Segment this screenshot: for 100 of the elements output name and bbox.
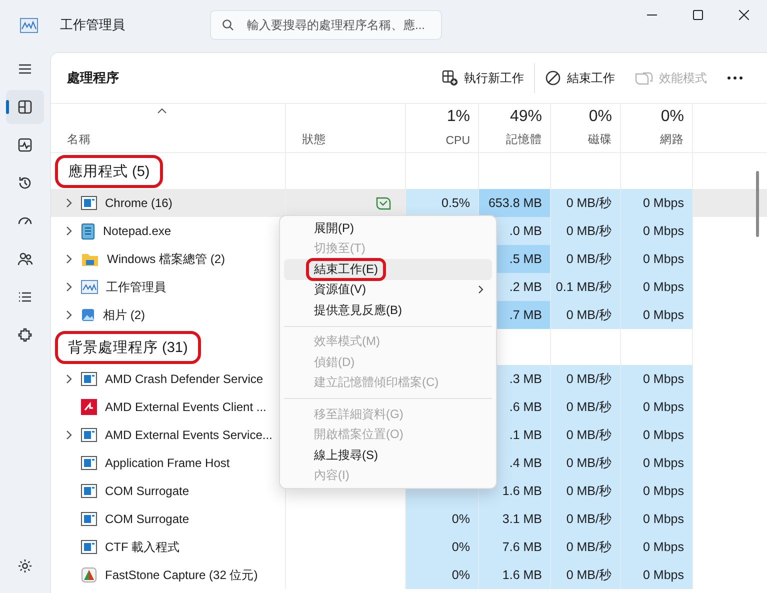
table-cell: 0% [406, 533, 479, 561]
menu-label: 展開(P) [313, 220, 355, 237]
folder-icon [81, 252, 99, 266]
chevron-icon[interactable] [65, 374, 73, 384]
table-cell: 0 Mbps [621, 533, 693, 561]
column-header[interactable]: 49% 記憶體 [479, 104, 551, 152]
menu-label: 切換至(T) [313, 240, 366, 258]
search-icon [222, 19, 234, 31]
table-cell: 0 Mbps [621, 301, 693, 329]
page-title: 處理程序 [67, 69, 119, 87]
app-window-icon [81, 372, 97, 386]
chevron-icon[interactable] [65, 226, 73, 236]
column-header[interactable]: 1% CPU [406, 104, 479, 152]
chevron-icon[interactable] [65, 198, 73, 208]
table-cell: 0 MB/秒 [551, 217, 621, 245]
process-name: Notepad.exe [103, 224, 172, 238]
menu-label: 開啟檔案位置(O) [313, 426, 404, 444]
notepad-icon [81, 222, 95, 240]
photo-icon [81, 308, 95, 322]
table-cell: 0 Mbps [621, 449, 693, 477]
process-row[interactable]: Chrome (16) 0.5% 653.8 MB 0 MB/秒 0 Mbps [51, 189, 767, 217]
app-window-icon [81, 540, 97, 554]
table-cell: 0.1 MB/秒 [551, 273, 621, 301]
chart-window-icon [81, 280, 98, 294]
maximize-icon [693, 10, 703, 20]
table-cell: 0 MB/秒 [551, 365, 621, 393]
table-cell: 0 Mbps [621, 393, 693, 421]
users-icon [16, 250, 34, 268]
process-name: AMD External Events Service... [105, 428, 272, 442]
process-name: FastStone Capture (32 位元) [105, 566, 258, 584]
toolbar-button[interactable]: 執行新工作 [432, 66, 534, 90]
app-window-icon [81, 428, 97, 442]
table-cell: 0 Mbps [621, 477, 693, 505]
menu-label: 移至詳細資料(G) [313, 406, 404, 423]
table-cell: 0 MB/秒 [551, 449, 621, 477]
table-cell: 0 MB/秒 [551, 393, 621, 421]
chevron-icon [478, 285, 484, 294]
process-name: Chrome (16) [105, 196, 172, 210]
leaf-icon [635, 70, 653, 86]
capture-icon [81, 567, 97, 583]
menu-label: 資源值(V) [313, 281, 367, 298]
table-cell: 0 MB/秒 [551, 189, 621, 217]
column-header[interactable]: 0% 磁碟 [551, 104, 621, 152]
table-cell: 0 MB/秒 [551, 477, 621, 505]
close-icon [739, 10, 749, 20]
app-window-icon [81, 456, 97, 470]
process-name: CTF 載入程式 [105, 538, 180, 556]
process-name: COM Surrogate [105, 512, 190, 526]
table-cell: 0 MB/秒 [551, 245, 621, 273]
table-cell: 0 Mbps [621, 365, 693, 393]
table-cell: 0 Mbps [621, 273, 693, 301]
pulse-icon [16, 136, 34, 154]
toolbar-button[interactable]: 結束工作 [535, 66, 625, 90]
grid-icon [16, 98, 34, 116]
sidebar-item[interactable] [6, 90, 44, 124]
table-cell: 0 MB/秒 [551, 421, 621, 449]
settings-icon [16, 557, 34, 575]
table-cell: 1.6 MB [479, 561, 551, 589]
process-name: 相片 (2) [103, 306, 145, 324]
process-name: AMD Crash Defender Service [105, 372, 264, 386]
table-cell: 0 Mbps [621, 189, 693, 217]
app-window-icon [81, 484, 97, 498]
table-cell: 0 Mbps [621, 217, 693, 245]
process-name: Windows 檔案總管 (2) [107, 250, 226, 268]
table-cell: 653.8 MB [479, 189, 551, 217]
new-task-icon [442, 70, 458, 86]
table-cell: 0 Mbps [621, 421, 693, 449]
column-header[interactable]: 狀態 [286, 104, 406, 152]
process-name: AMD External Events Client ... [105, 400, 266, 414]
table-cell: 0.5% [406, 189, 479, 217]
table-cell: 0 Mbps [621, 505, 693, 533]
chevron-icon[interactable] [65, 282, 73, 292]
menu-item[interactable]: 結束工作(E) [284, 259, 492, 280]
menu-label: 結束工作(E) [306, 258, 386, 281]
column-header[interactable]: 0% 網路 [621, 104, 693, 152]
table-cell: 0 Mbps [621, 245, 693, 273]
prohibited-icon [545, 70, 561, 86]
chevron-icon[interactable] [65, 430, 73, 440]
table-cell: 0 MB/秒 [551, 533, 621, 561]
search-field[interactable]: 輸入要搜尋的處理程序名稱、應... [210, 10, 442, 40]
window-title: 工作管理員 [60, 16, 126, 34]
table-cell: 3.1 MB [479, 505, 551, 533]
table-cell: 0% [406, 505, 479, 533]
puzzle-icon [16, 326, 34, 344]
chevron-icon[interactable] [65, 254, 73, 264]
group-title: 背景處理程序 (31) [55, 330, 201, 364]
more-icon [727, 76, 743, 80]
menu-label: 建立記憶體傾印檔案(C) [313, 374, 440, 392]
table-cell: 0% [406, 561, 479, 589]
amd-icon [81, 399, 97, 415]
app-logo-icon [20, 18, 38, 33]
app-window-icon [81, 512, 97, 526]
column-header[interactable]: 名稱 [51, 104, 286, 152]
menu-label: 線上搜尋(S) [313, 446, 379, 464]
table-cell: 0 MB/秒 [551, 301, 621, 329]
table-cell: 0 MB/秒 [551, 561, 621, 589]
app-window-icon [81, 196, 97, 210]
chevron-icon[interactable] [65, 310, 73, 320]
menu-label: 效率模式(M) [313, 333, 381, 350]
process-name: COM Surrogate [105, 484, 190, 498]
